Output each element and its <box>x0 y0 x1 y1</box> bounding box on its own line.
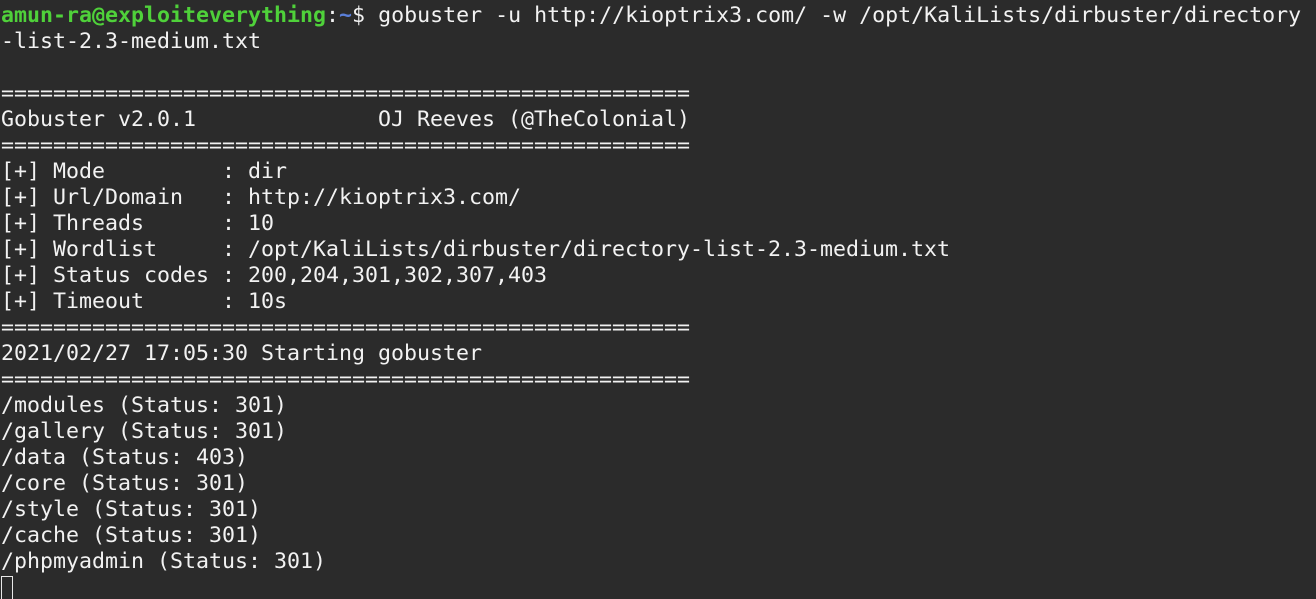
config-timeout: [+] Timeout : 10s <box>1 289 288 314</box>
prompt-user-host: amun-ra@exploiteverything <box>1 3 327 28</box>
command-line: amun-ra@exploiteverything:~$ gobuster -u… <box>1 3 1316 29</box>
config-status-codes: [+] Status codes : 200,204,301,302,307,4… <box>1 263 548 288</box>
result-line: /data (Status: 403) <box>1 445 249 470</box>
banner-rule-top: ========================================… <box>1 81 691 106</box>
result-line: /style (Status: 301) <box>1 497 262 522</box>
terminal-cursor <box>1 576 13 599</box>
result-line: /phpmyadmin (Status: 301) <box>1 549 327 574</box>
banner-rule-config-end: ========================================… <box>1 315 691 340</box>
config-url: [+] Url/Domain : http://kioptrix3.com/ <box>1 185 522 210</box>
result-line: /gallery (Status: 301) <box>1 419 288 444</box>
scrollbar[interactable] <box>1306 0 1316 599</box>
prompt-separator: : <box>326 3 340 28</box>
terminal-window[interactable]: amun-ra@exploiteverything:~$ gobuster -u… <box>0 0 1316 599</box>
config-mode: [+] Mode : dir <box>1 159 288 184</box>
command-wrap-line: -list-2.3-medium.txt <box>1 29 262 54</box>
banner-rule-results: ========================================… <box>1 367 691 392</box>
config-wordlist: [+] Wordlist : /opt/KaliLists/dirbuster/… <box>1 237 951 262</box>
prompt-symbol: $ <box>352 3 379 28</box>
start-message: 2021/02/27 17:05:30 Starting gobuster <box>1 341 483 366</box>
config-threads: [+] Threads : 10 <box>1 211 275 236</box>
banner-rule-middle: ========================================… <box>1 133 691 158</box>
command-text: gobuster -u http://kioptrix3.com/ -w /op… <box>378 3 1302 28</box>
input-line[interactable] <box>1 575 1316 599</box>
result-line: /modules (Status: 301) <box>1 393 288 418</box>
result-line: /cache (Status: 301) <box>1 523 262 548</box>
prompt-path: ~ <box>339 3 353 28</box>
banner-title: Gobuster v2.0.1 OJ Reeves (@TheColonial) <box>1 107 691 132</box>
result-line: /core (Status: 301) <box>1 471 249 496</box>
